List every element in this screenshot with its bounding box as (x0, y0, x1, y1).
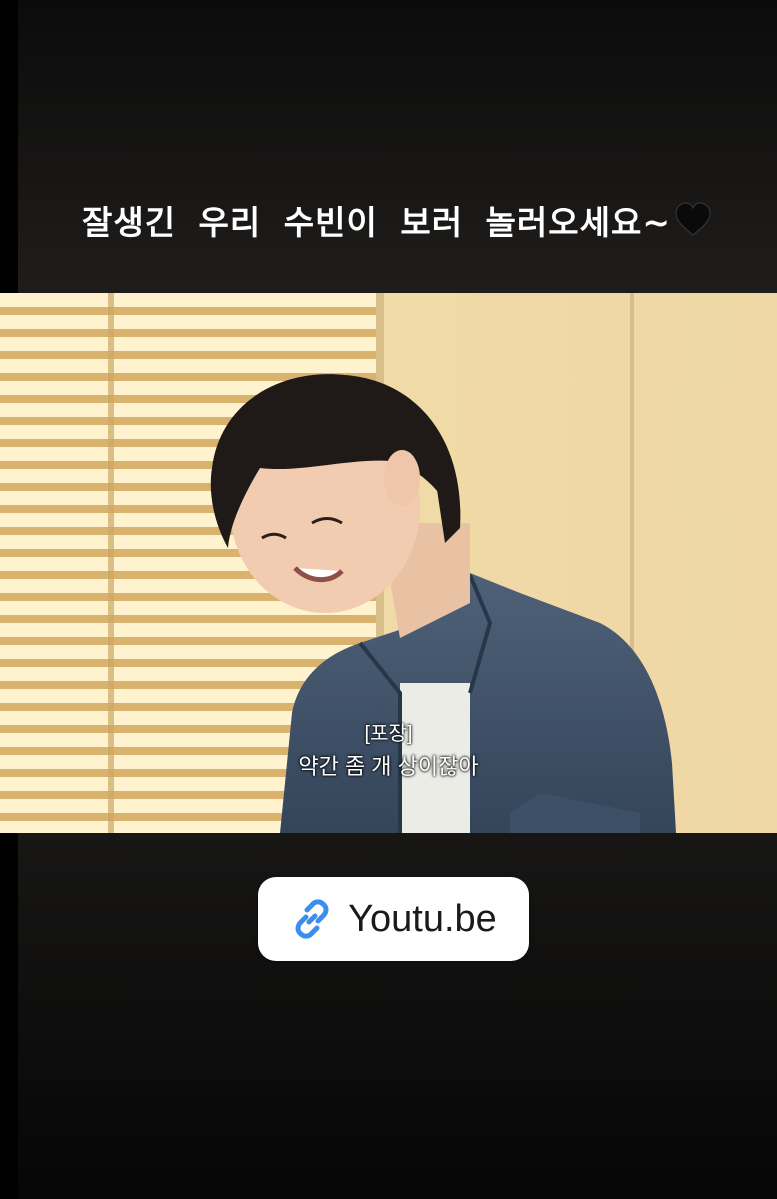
caption-text: 잘생긴 우리 수빈이 보러 놀러오세요~ (81, 203, 671, 242)
video-subtitle-tag: [포장] (364, 723, 413, 745)
video-frame[interactable]: [포장] 약간 좀 개 상이잖아 (0, 293, 777, 833)
video-subtitle-line: 약간 좀 개 상이잖아 (298, 754, 479, 779)
link-icon (295, 899, 329, 939)
story-caption: 잘생긴 우리 수빈이 보러 놀러오세요~ (18, 196, 777, 244)
black-heart-icon (675, 202, 711, 236)
link-sticker-label: Youtu.be (348, 897, 497, 940)
youtube-link-sticker[interactable]: Youtu.be (258, 877, 529, 961)
